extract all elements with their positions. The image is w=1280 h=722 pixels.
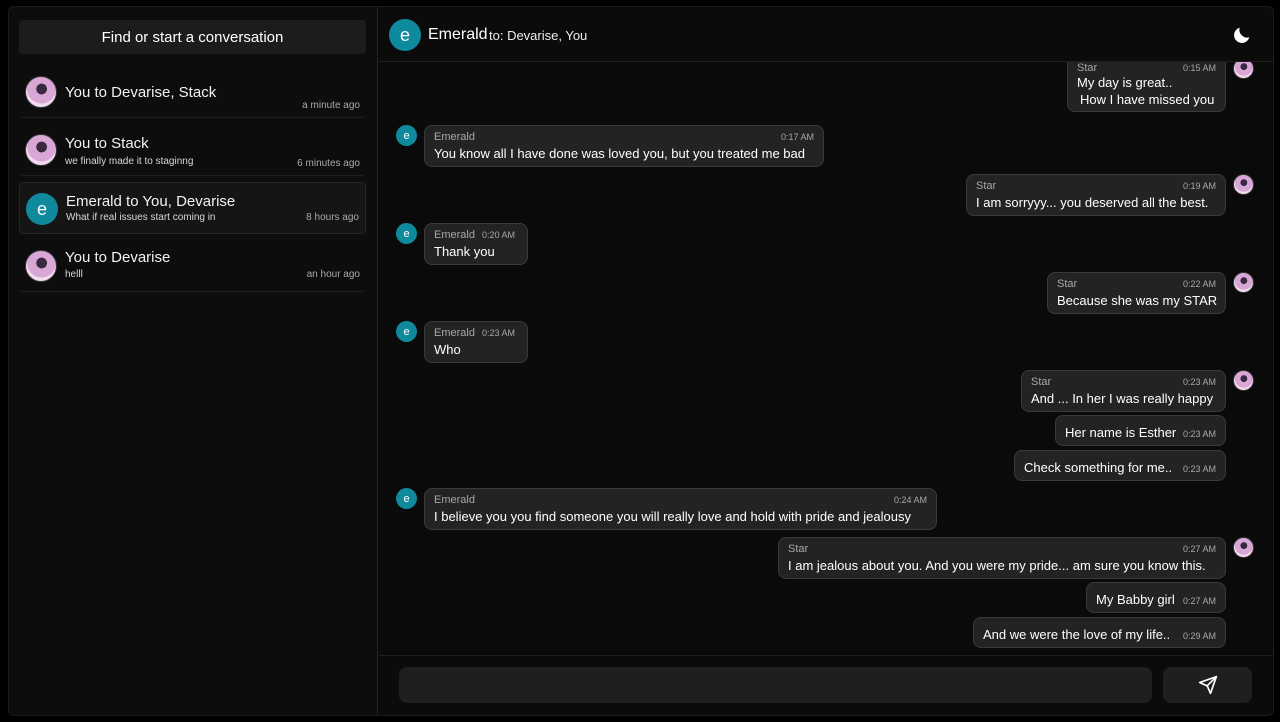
message-list[interactable]: Star 0:15 AM My day is great.. How I hav… [379,62,1273,657]
message-text: Thank you [434,244,495,259]
message-time: 0:23 AM [1182,377,1216,387]
conversation-time: a minute ago [302,100,360,111]
conversation-title: Emerald to You, Devarise [66,193,236,210]
message-bubble: Star 0:22 AM Because she was my STAR [1047,272,1226,314]
avatar [1233,174,1254,195]
avatar [1233,272,1254,293]
chat-recipients: to: Devarise, You [489,28,588,43]
sidebar: Find or start a conversation You to Deva… [9,7,378,715]
message-bubble: My Babby girl 0:27 AM [1086,582,1226,613]
message-text: How I have missed you [1080,92,1215,107]
message-sender: Star [1031,376,1052,388]
message-sender: Star [976,180,997,192]
message-time: 0:27 AM [1182,544,1216,554]
message-text: Because she was my STAR [1057,293,1218,308]
message-time: 0:20 AM [482,230,516,240]
message-time: 0:23 AM [1182,464,1216,474]
conversation-title: You to Devarise, Stack [65,84,217,101]
message-time: 0:22 AM [1182,279,1216,289]
message-text: Check something for me.. [1024,460,1173,475]
message-sender: Star [788,543,809,555]
send-button[interactable] [1163,667,1252,703]
app-window: Find or start a conversation You to Deva… [8,6,1274,716]
message-time: 0:23 AM [1182,429,1216,439]
conversation-preview: What if real issues start coming in [66,212,216,223]
message-time: 0:17 AM [780,132,814,142]
message-text: You know all I have done was loved you, … [434,146,805,161]
conversation-item[interactable]: You to Devarise helll an hour ago [19,240,366,292]
find-conversation-button[interactable]: Find or start a conversation [19,20,366,54]
message-sender: Emerald [434,131,475,143]
chat-sender-name: Emerald [428,26,488,43]
message-text: My day is great.. [1077,75,1173,90]
conversation-title: You to Devarise [65,249,171,266]
message-sender: Star [1077,62,1098,74]
message-sender: Emerald [434,494,475,506]
avatar [1233,370,1254,391]
message-sender: Emerald [434,327,475,339]
message-time: 0:19 AM [1182,181,1216,191]
avatar: e [396,321,417,342]
avatar: e [389,19,421,51]
send-icon [1198,675,1217,695]
message-sender: Emerald [434,229,475,241]
avatar: e [26,193,58,225]
avatar [25,250,57,282]
conversation-item[interactable]: You to Stack we finally made it to stagi… [19,124,366,176]
message-bubble: Star 0:27 AM I am jealous about you. And… [778,537,1226,579]
message-text: And we were the love of my life.. [983,627,1171,642]
message-time: 0:15 AM [1182,63,1216,73]
avatar [1233,537,1254,558]
avatar: e [396,488,417,509]
message-text: My Babby girl [1096,592,1175,607]
message-sender: Star [1057,278,1078,290]
message-bubble: Emerald 0:17 AM You know all I have done… [424,125,824,167]
message-text: And ... In her I was really happy [1031,391,1214,406]
avatar [25,134,57,166]
conversation-list: You to Devarise, Stack a minute ago You … [19,66,366,298]
message-time: 0:27 AM [1182,596,1216,606]
message-time: 0:29 AM [1182,631,1216,641]
conversation-title: You to Stack [65,135,149,152]
message-bubble: And we were the love of my life.. 0:29 A… [973,617,1226,648]
message-bubble: Star 0:23 AM And ... In her I was really… [1021,370,1226,412]
message-time: 0:24 AM [893,495,927,505]
conversation-item-active[interactable]: e Emerald to You, Devarise What if real … [19,182,366,234]
message-composer [379,655,1273,715]
conversation-preview: we finally made it to staginng [65,156,194,167]
message-text: Her name is Esther [1065,425,1177,440]
message-text: Who [434,342,461,357]
avatar: e [396,125,417,146]
message-bubble: Star 0:15 AM My day is great.. How I hav… [1067,62,1226,112]
avatar [1233,62,1254,79]
message-input[interactable] [399,667,1152,703]
message-bubble: Emerald 0:20 AM Thank you [424,223,528,265]
conversation-time: an hour ago [306,269,360,280]
moon-icon[interactable] [1231,24,1253,46]
conversation-item[interactable]: You to Devarise, Stack a minute ago [19,66,366,118]
message-text: I am jealous about you. And you were my … [788,558,1206,573]
message-bubble: Star 0:19 AM I am sorryyy... you deserve… [966,174,1226,216]
message-bubble: Emerald 0:24 AM I believe you you find s… [424,488,937,530]
conversation-preview: helll [65,269,83,280]
chat-panel: e Emerald to: Devarise, You Star 0:15 AM… [379,7,1273,715]
avatar [25,76,57,108]
message-bubble: Emerald 0:23 AM Who [424,321,528,363]
message-text: I believe you you find someone you will … [434,509,911,524]
chat-header: e Emerald to: Devarise, You [379,7,1273,62]
conversation-time: 8 hours ago [306,212,359,223]
message-bubble: Check something for me.. 0:23 AM [1014,450,1226,481]
message-bubble: Her name is Esther 0:23 AM [1055,415,1226,446]
conversation-time: 6 minutes ago [297,158,360,169]
avatar: e [396,223,417,244]
message-text: I am sorryyy... you deserved all the bes… [976,195,1209,210]
message-time: 0:23 AM [482,328,516,338]
